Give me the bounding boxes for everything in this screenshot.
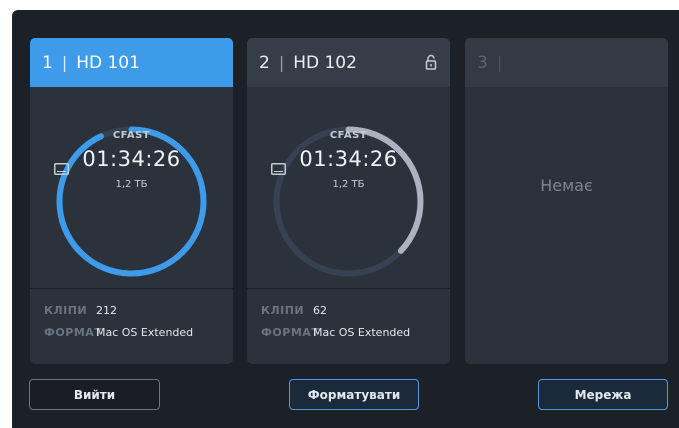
format-value: Mac OS Extended xyxy=(96,326,194,339)
format-label: ФОРМАТ xyxy=(261,326,320,339)
card-divider xyxy=(30,288,233,289)
disk-capacity: 1,2 ТБ xyxy=(332,179,365,190)
slot-header-3: 3 | xyxy=(465,38,668,87)
format-button[interactable]: Форматувати xyxy=(289,379,419,410)
slot-separator: | xyxy=(61,53,68,72)
space-ring-2: CFAST 01:34:26 1,2 ТБ xyxy=(271,124,426,279)
slot-separator: | xyxy=(496,53,503,72)
remaining-timecode: 01:34:26 xyxy=(82,147,181,171)
cfast-card-icon xyxy=(271,163,286,175)
slot-header-2: 2 | HD 102 xyxy=(247,38,450,87)
slot-card-1[interactable]: 1 | HD 101 CFAST 01:34:26 1,2 ТБ КЛІПИ 2… xyxy=(30,38,233,364)
exit-button[interactable]: Вийти xyxy=(29,379,160,410)
clips-value: 62 xyxy=(313,304,327,317)
clips-row: КЛІПИ 62 xyxy=(261,304,327,317)
media-type: CFAST xyxy=(329,130,368,141)
disk-manager-screen: 1 | HD 101 CFAST 01:34:26 1,2 ТБ КЛІПИ 2… xyxy=(12,10,679,428)
empty-slot-text: Немає xyxy=(540,176,593,195)
slot-separator: | xyxy=(278,53,285,72)
slot-number: 1 xyxy=(42,52,53,73)
slot-name: HD 102 xyxy=(293,52,357,73)
slot-name: HD 101 xyxy=(76,52,140,73)
media-type: CFAST xyxy=(112,130,151,141)
disk-capacity: 1,2 ТБ xyxy=(115,179,148,190)
clips-value: 212 xyxy=(96,304,117,317)
space-ring-1: CFAST 01:34:26 1,2 ТБ xyxy=(54,124,209,279)
clips-label: КЛІПИ xyxy=(261,304,305,317)
slot-card-2[interactable]: 2 | HD 102 CFAST 01:34:26 1,2 ТБ КЛІПИ 6… xyxy=(247,38,450,364)
slot-header-1: 1 | HD 101 xyxy=(30,38,233,87)
format-value: Mac OS Extended xyxy=(313,326,411,339)
format-row: ФОРМАТ Mac OS Extended xyxy=(44,326,193,339)
format-row: ФОРМАТ Mac OS Extended xyxy=(261,326,410,339)
slot-number: 3 xyxy=(477,52,488,73)
lock-icon xyxy=(425,54,437,70)
cfast-card-icon xyxy=(54,163,69,175)
card-divider xyxy=(247,288,450,289)
clips-row: КЛІПИ 212 xyxy=(44,304,117,317)
slot-number: 2 xyxy=(259,52,270,73)
format-label: ФОРМАТ xyxy=(44,326,103,339)
slot-card-3[interactable]: 3 | Немає xyxy=(465,38,668,364)
clips-label: КЛІПИ xyxy=(44,304,88,317)
network-button[interactable]: Мережа xyxy=(538,379,668,410)
remaining-timecode: 01:34:26 xyxy=(299,147,398,171)
